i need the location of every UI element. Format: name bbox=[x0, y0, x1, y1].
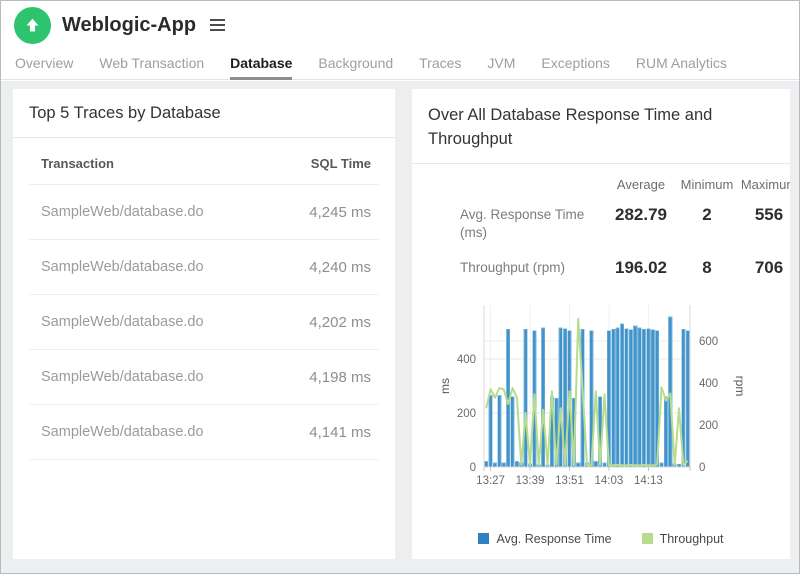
content-area: Top 5 Traces by Database Transaction SQL… bbox=[1, 81, 799, 573]
tab-rum-analytics[interactable]: RUM Analytics bbox=[636, 49, 727, 80]
response-throughput-panel: Over All Database Response Time and Thro… bbox=[412, 89, 790, 559]
column-header-transaction: Transaction bbox=[41, 156, 114, 171]
svg-text:13:27: 13:27 bbox=[476, 475, 505, 487]
svg-text:0: 0 bbox=[470, 462, 476, 474]
svg-text:ms: ms bbox=[438, 378, 452, 394]
transaction-name: SampleWeb/database.do bbox=[41, 314, 204, 330]
column-header-sql-time: SQL Time bbox=[311, 156, 371, 171]
tab-exceptions[interactable]: Exceptions bbox=[541, 49, 609, 80]
tab-background[interactable]: Background bbox=[318, 49, 393, 80]
traces-table-header: Transaction SQL Time bbox=[29, 138, 379, 184]
traces-panel-title: Top 5 Traces by Database bbox=[29, 104, 379, 123]
header: Weblogic-App bbox=[1, 1, 799, 49]
stats-maximum-value: 556 bbox=[737, 204, 790, 257]
hamburger-menu-icon[interactable] bbox=[206, 15, 229, 35]
tab-database[interactable]: Database bbox=[230, 49, 292, 80]
svg-text:600: 600 bbox=[699, 336, 718, 348]
table-row[interactable]: SampleWeb/database.do 4,202 ms bbox=[29, 294, 379, 349]
app-status-badge bbox=[14, 7, 51, 44]
stats-row-label: Throughput (rpm) bbox=[428, 257, 605, 292]
sql-time-value: 4,141 ms bbox=[309, 424, 371, 441]
legend-swatch-icon bbox=[642, 533, 653, 544]
stats-header-average: Average bbox=[605, 177, 677, 204]
svg-text:14:13: 14:13 bbox=[634, 475, 663, 487]
sql-time-value: 4,202 ms bbox=[309, 314, 371, 331]
legend-label: Throughput bbox=[660, 532, 724, 546]
legend-item-avg-response-time[interactable]: Avg. Response Time bbox=[478, 532, 611, 546]
chart-panel-title: Over All Database Response Time and Thro… bbox=[428, 104, 768, 152]
sql-time-value: 4,245 ms bbox=[309, 204, 371, 221]
stats-header-maximum: Maximum bbox=[737, 177, 790, 204]
transaction-name: SampleWeb/database.do bbox=[41, 259, 204, 275]
response-throughput-chart: 0 200 400 0 200 400 600 13:27 13:39 13:51 14:03 14:… bbox=[434, 297, 774, 506]
svg-text:0: 0 bbox=[699, 462, 705, 474]
stats-header-minimum: Minimum bbox=[677, 177, 737, 204]
svg-text:rpm: rpm bbox=[733, 375, 746, 396]
traces-table-body: SampleWeb/database.do4,245 msSampleWeb/d… bbox=[29, 184, 379, 460]
transaction-name: SampleWeb/database.do bbox=[41, 424, 204, 440]
sql-time-value: 4,198 ms bbox=[309, 369, 371, 386]
stats-average-value: 196.02 bbox=[605, 257, 677, 292]
sql-time-value: 4,240 ms bbox=[309, 259, 371, 276]
transaction-name: SampleWeb/database.do bbox=[41, 204, 204, 220]
svg-text:400: 400 bbox=[457, 354, 476, 366]
app-window: Weblogic-App Overview Web Transaction Data… bbox=[0, 0, 800, 574]
legend-swatch-icon bbox=[478, 533, 489, 544]
table-row[interactable]: SampleWeb/database.do 4,240 ms bbox=[29, 239, 379, 294]
svg-text:13:39: 13:39 bbox=[516, 475, 545, 487]
svg-text:200: 200 bbox=[457, 408, 476, 420]
page-title: Weblogic-App bbox=[62, 14, 196, 37]
stats-row-label: Avg. Response Time (ms) bbox=[428, 204, 605, 257]
svg-text:200: 200 bbox=[699, 420, 718, 432]
table-row[interactable]: SampleWeb/database.do 4,141 ms bbox=[29, 404, 379, 460]
tab-overview[interactable]: Overview bbox=[15, 49, 73, 80]
tab-bar: Overview Web Transaction Database Backgroun… bbox=[1, 49, 799, 80]
chart-svg: 0 200 400 0 200 400 600 13:27 13:39 13:51 14:03 14:… bbox=[434, 297, 746, 501]
svg-text:13:51: 13:51 bbox=[555, 475, 584, 487]
svg-text:14:03: 14:03 bbox=[595, 475, 624, 487]
tab-web-transaction[interactable]: Web Transaction bbox=[99, 49, 204, 80]
legend-label: Avg. Response Time bbox=[496, 532, 611, 546]
divider bbox=[412, 163, 790, 164]
svg-text:400: 400 bbox=[699, 378, 718, 390]
up-arrow-icon bbox=[24, 17, 41, 34]
stats-average-value: 282.79 bbox=[605, 204, 677, 257]
tab-traces[interactable]: Traces bbox=[419, 49, 461, 80]
table-row[interactable]: SampleWeb/database.do 4,245 ms bbox=[29, 184, 379, 239]
stats-maximum-value: 706 bbox=[737, 257, 790, 292]
stats-minimum-value: 2 bbox=[677, 204, 737, 257]
stats-empty-corner bbox=[428, 177, 605, 204]
top-traces-panel: Top 5 Traces by Database Transaction SQL… bbox=[13, 89, 395, 559]
legend-item-throughput[interactable]: Throughput bbox=[642, 532, 724, 546]
tab-jvm[interactable]: JVM bbox=[487, 49, 515, 80]
chart-legend: Avg. Response Time Throughput bbox=[428, 532, 774, 546]
transaction-name: SampleWeb/database.do bbox=[41, 369, 204, 385]
table-row[interactable]: SampleWeb/database.do 4,198 ms bbox=[29, 349, 379, 404]
stats-table: Average Minimum Maximum Avg. Response Ti… bbox=[428, 177, 790, 293]
stats-minimum-value: 8 bbox=[677, 257, 737, 292]
